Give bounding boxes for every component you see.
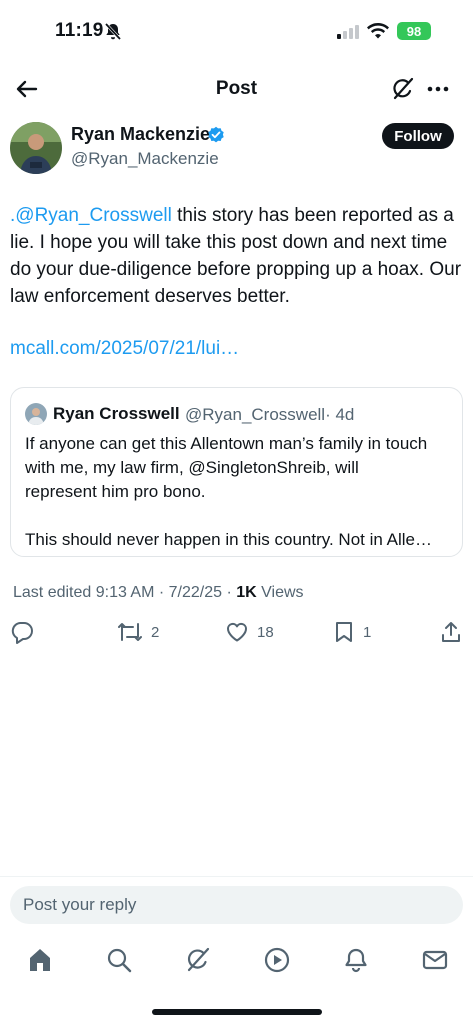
more-icon xyxy=(427,86,449,92)
battery-level: 98 xyxy=(406,23,422,39)
nav-video[interactable] xyxy=(263,946,291,974)
nav-messages[interactable] xyxy=(421,946,449,974)
edited-timestamp[interactable]: Last edited 9:13 AM · 7/22/25 xyxy=(13,584,222,601)
post-header: Post xyxy=(0,68,473,110)
nav-notifications[interactable] xyxy=(342,946,370,974)
bookmark-count: 1 xyxy=(363,623,372,641)
quoted-author-name: Ryan Crosswell xyxy=(53,404,180,423)
post-mention-link[interactable]: .@Ryan_Crosswell xyxy=(10,205,172,226)
bottom-navigation xyxy=(0,940,473,980)
heart-icon xyxy=(226,622,248,642)
battery-indicator: 98 xyxy=(397,22,431,40)
reply-divider xyxy=(0,876,473,877)
reply-icon xyxy=(11,622,33,644)
home-indicator[interactable] xyxy=(152,1009,322,1015)
verified-badge-icon xyxy=(207,126,225,149)
quoted-line-spacer xyxy=(25,504,455,528)
more-options-button[interactable] xyxy=(425,76,451,102)
messages-icon xyxy=(422,950,448,970)
quoted-author-avatar xyxy=(25,403,47,425)
post-text: .@Ryan_Crosswell this story has been rep… xyxy=(10,202,465,310)
signal-icon xyxy=(337,25,361,44)
grok-button[interactable] xyxy=(390,76,416,102)
share-button[interactable] xyxy=(440,620,462,644)
nav-search[interactable] xyxy=(105,946,133,974)
notifications-icon xyxy=(345,948,367,973)
reply-input[interactable] xyxy=(10,886,463,924)
bookmark-button[interactable]: 1 xyxy=(333,620,371,644)
repost-count: 2 xyxy=(151,623,160,641)
quoted-line: If anyone can get this Allentown man’s f… xyxy=(25,434,428,453)
like-count: 18 xyxy=(257,623,274,641)
bell-muted-icon xyxy=(104,22,122,47)
views-count: 1K xyxy=(236,584,257,601)
author-name[interactable]: Ryan Mackenzie xyxy=(71,124,210,145)
grok-icon xyxy=(393,77,414,100)
follow-button[interactable]: Follow xyxy=(382,123,454,149)
author-avatar[interactable] xyxy=(10,122,62,174)
share-icon xyxy=(442,622,460,642)
quoted-post-age: · 4d xyxy=(325,405,355,424)
quoted-line: with me, my law firm, @SingletonShreib, … xyxy=(25,458,359,477)
bookmark-icon xyxy=(336,622,352,642)
quoted-post[interactable]: Ryan Crosswell @Ryan_Crosswell· 4d If an… xyxy=(10,387,463,557)
reply-button[interactable] xyxy=(10,620,42,644)
post-external-link[interactable]: mcall.com/2025/07/21/lui… xyxy=(10,338,239,360)
video-icon xyxy=(264,947,290,973)
meta-separator: · xyxy=(222,584,237,601)
home-icon xyxy=(30,949,50,971)
views-label: Views xyxy=(256,584,304,601)
quoted-line: This should never happen in this country… xyxy=(25,530,432,549)
post-actions: 2 18 1 xyxy=(0,620,473,646)
quoted-author-meta: @Ryan_Crosswell· 4d xyxy=(185,405,354,425)
quoted-post-text: If anyone can get this Allentown man’s f… xyxy=(25,432,455,552)
grok-icon xyxy=(187,947,210,972)
nav-grok[interactable] xyxy=(184,946,212,974)
status-time: 11:19 xyxy=(55,20,104,41)
repost-button[interactable]: 2 xyxy=(117,620,159,644)
search-icon xyxy=(107,948,132,973)
repost-icon xyxy=(118,623,142,641)
wifi-icon xyxy=(367,22,389,45)
status-bar: 11:19 98 xyxy=(0,0,473,62)
post-meta: Last edited 9:13 AM · 7/22/25 · 1K Views xyxy=(13,584,304,602)
author-handle[interactable]: @Ryan_Mackenzie xyxy=(71,149,219,169)
like-button[interactable]: 18 xyxy=(225,620,274,644)
quoted-author-handle: @Ryan_Crosswell xyxy=(185,405,326,424)
quoted-line: represent him pro bono. xyxy=(25,482,206,501)
nav-home[interactable] xyxy=(26,946,54,974)
